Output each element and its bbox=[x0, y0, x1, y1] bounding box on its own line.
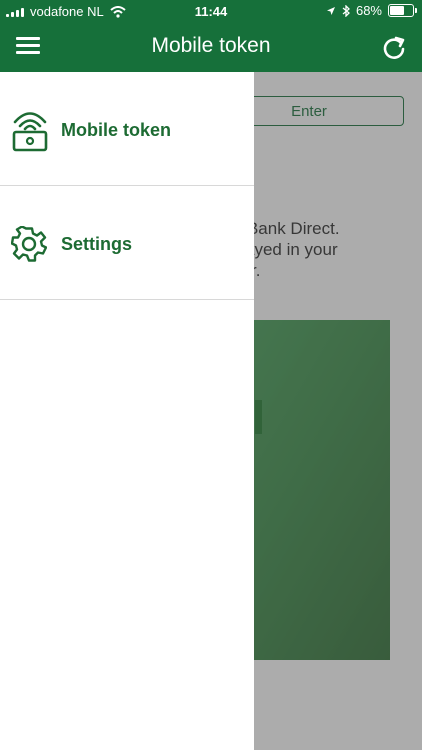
drawer-item-settings[interactable]: Settings bbox=[0, 186, 254, 300]
battery-icon bbox=[388, 4, 417, 17]
drawer-item-mobile-token[interactable]: Mobile token bbox=[0, 72, 254, 186]
status-bar: vodafone NL 11:44 68% bbox=[0, 0, 422, 22]
bluetooth-icon bbox=[342, 4, 350, 17]
gear-icon bbox=[11, 226, 47, 262]
location-arrow-icon bbox=[326, 6, 335, 15]
refresh-icon[interactable] bbox=[380, 34, 408, 62]
app-header: Mobile token bbox=[0, 22, 422, 72]
drawer-item-label: Settings bbox=[61, 234, 133, 254]
status-right: 68% bbox=[326, 3, 417, 18]
drawer-item-label: Mobile token bbox=[61, 120, 172, 140]
lock-wifi-icon bbox=[12, 112, 48, 152]
battery-percent: 68% bbox=[355, 3, 382, 18]
side-drawer: Mobile token Settings bbox=[0, 72, 254, 750]
page-title: Mobile token bbox=[151, 34, 271, 57]
